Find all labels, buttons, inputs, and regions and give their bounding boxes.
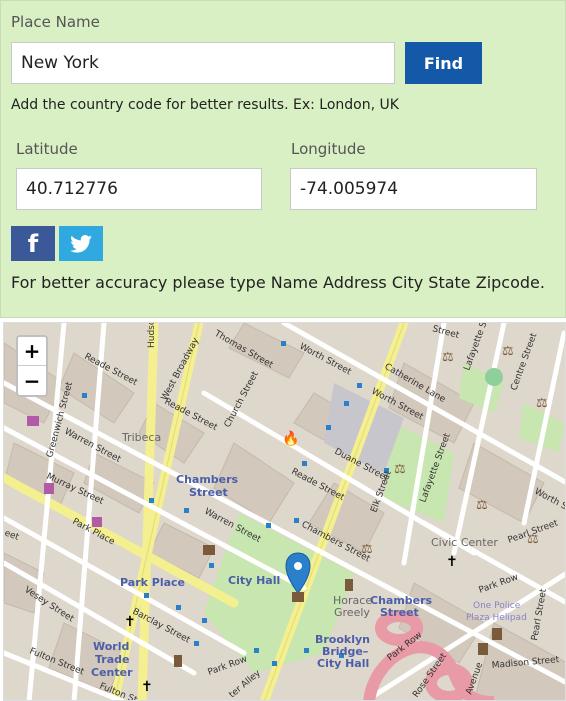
place-label: Street bbox=[189, 486, 228, 499]
zoom-in-button[interactable]: + bbox=[18, 337, 46, 366]
place-label: One Police bbox=[473, 601, 521, 611]
church-icon: ✝ bbox=[141, 679, 153, 695]
find-button[interactable]: Find bbox=[405, 42, 482, 84]
place-label: Street bbox=[380, 606, 419, 619]
place-label: World bbox=[93, 640, 129, 653]
longitude-label: Longitude bbox=[291, 140, 366, 158]
park-icon bbox=[485, 368, 503, 386]
place-label: Trade bbox=[95, 653, 129, 666]
place-name-label: Place Name bbox=[11, 13, 100, 31]
place-label: Center bbox=[91, 666, 133, 679]
courthouse-icon: ⚖ bbox=[442, 350, 454, 365]
place-label: Tribeca bbox=[121, 431, 161, 444]
latitude-label: Latitude bbox=[16, 140, 78, 158]
country-code-hint: Add the country code for better results.… bbox=[11, 97, 399, 113]
city-hall-icon bbox=[292, 592, 304, 602]
police-icon bbox=[492, 628, 502, 640]
fire-station-icon: 🔥 bbox=[282, 430, 299, 447]
place-label: Civic Center bbox=[431, 536, 498, 549]
courthouse-icon: ⚖ bbox=[361, 542, 373, 557]
place-label: Park Place bbox=[120, 576, 185, 589]
twitter-share-button[interactable] bbox=[59, 226, 103, 261]
shop-icon bbox=[92, 517, 102, 527]
shop-icon bbox=[27, 416, 39, 426]
zoom-control: + − bbox=[16, 335, 48, 397]
map-canvas[interactable]: Chambers Street Park Place City Hall Cha… bbox=[4, 323, 566, 701]
location-form: Place Name Find Add the country code for… bbox=[0, 0, 566, 318]
latitude-field[interactable] bbox=[16, 168, 262, 210]
map-view[interactable]: Chambers Street Park Place City Hall Cha… bbox=[3, 322, 566, 701]
place-label: Plaza Helipad bbox=[466, 613, 527, 623]
church-icon: ✝ bbox=[124, 614, 136, 630]
police-icon bbox=[478, 643, 488, 655]
monument-icon bbox=[174, 655, 182, 667]
place-label: City Hall bbox=[317, 657, 369, 670]
library-icon bbox=[203, 545, 215, 555]
church-icon: ✝ bbox=[446, 554, 458, 570]
courthouse-icon: ⚖ bbox=[502, 344, 514, 359]
courthouse-icon: ⚖ bbox=[394, 462, 406, 477]
monument-icon bbox=[345, 579, 353, 591]
facebook-icon: f bbox=[27, 229, 39, 258]
place-label: City Hall bbox=[228, 574, 280, 587]
courthouse-icon: ⚖ bbox=[527, 532, 539, 547]
shop-icon bbox=[44, 483, 54, 494]
twitter-icon bbox=[70, 234, 92, 253]
courthouse-icon: ⚖ bbox=[536, 396, 548, 411]
street-label: Hudson bbox=[147, 323, 157, 348]
longitude-field[interactable] bbox=[290, 168, 537, 210]
accuracy-note: For better accuracy please type Name Add… bbox=[11, 273, 545, 292]
place-name-input[interactable] bbox=[11, 42, 395, 84]
zoom-out-button[interactable]: − bbox=[18, 366, 46, 395]
courthouse-icon: ⚖ bbox=[476, 498, 488, 513]
place-label: Greely bbox=[334, 606, 370, 619]
facebook-share-button[interactable]: f bbox=[11, 226, 55, 261]
place-label: Chambers bbox=[176, 473, 239, 486]
